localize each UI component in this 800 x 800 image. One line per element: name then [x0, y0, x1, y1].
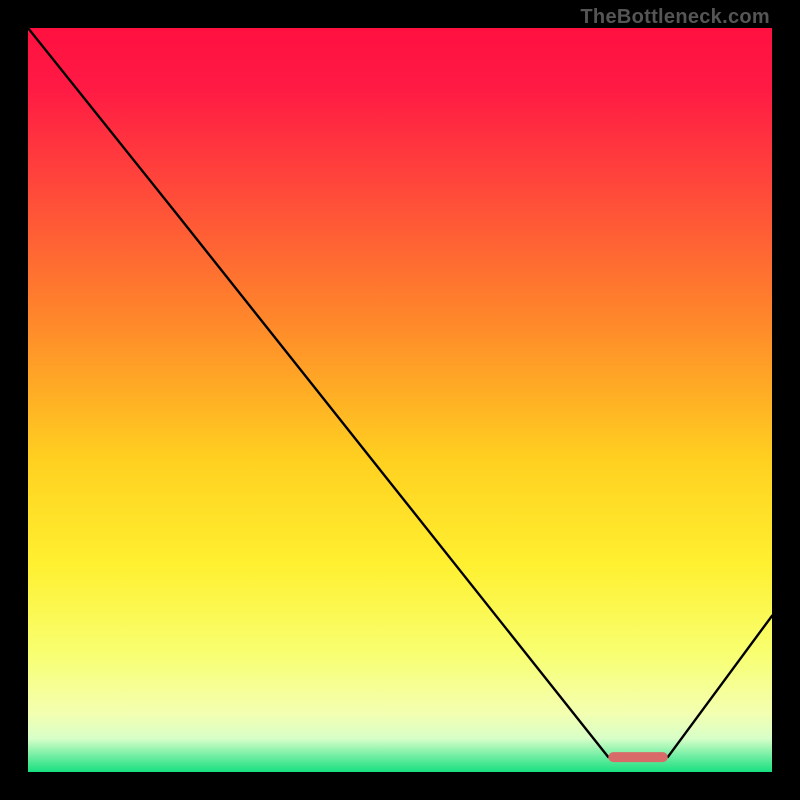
chart-frame	[28, 28, 772, 772]
watermark-label: TheBottleneck.com	[580, 6, 770, 29]
sweet-spot-marker	[608, 752, 668, 762]
bottleneck-chart	[28, 28, 772, 772]
chart-background	[28, 28, 772, 772]
